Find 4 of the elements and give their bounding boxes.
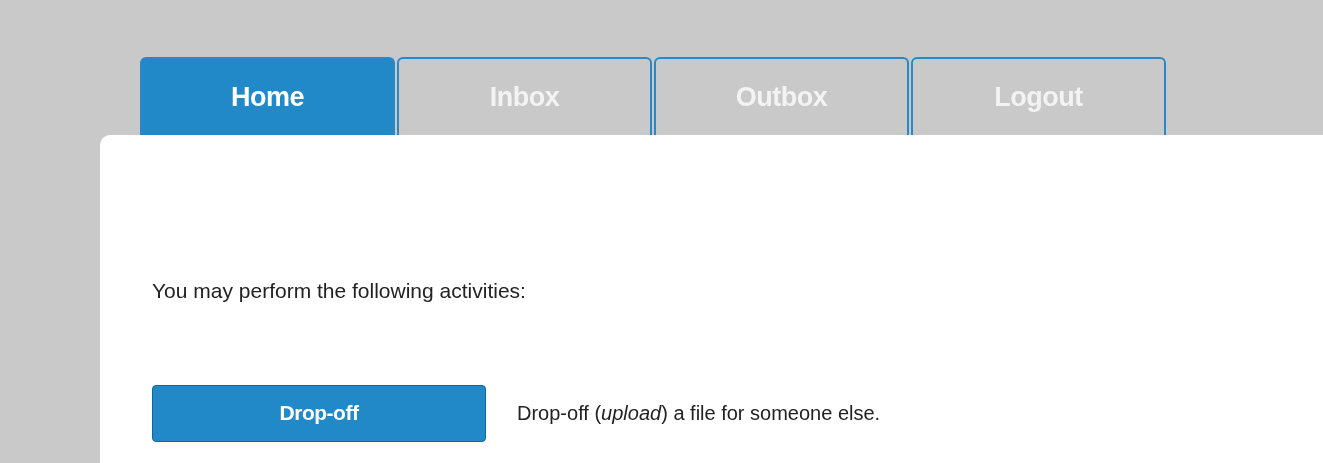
drop-off-button[interactable]: Drop-off: [152, 384, 486, 442]
activity-description: Drop-off (upload) a file for someone else.: [517, 401, 881, 426]
intro-text: You may perform the following activities:: [152, 278, 527, 304]
nav-tab[interactable]: Home: [140, 57, 395, 135]
